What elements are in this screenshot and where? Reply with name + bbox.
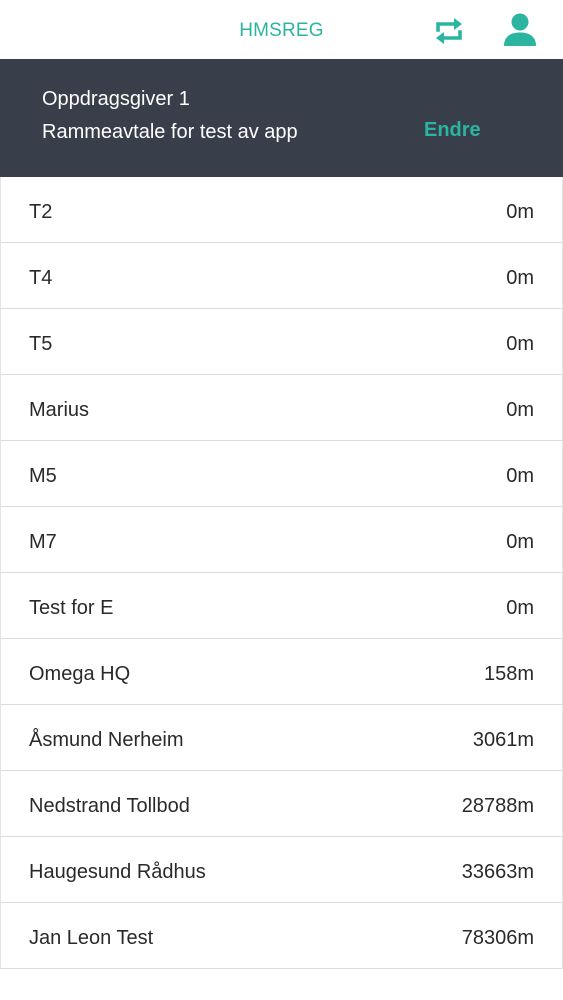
list-item[interactable]: Omega HQ 158m	[0, 639, 563, 705]
list-item[interactable]: M7 0m	[0, 507, 563, 573]
location-name: M7	[29, 531, 57, 553]
location-name: Omega HQ	[29, 663, 131, 685]
location-distance: 0m	[506, 201, 534, 223]
location-name: Åsmund Nerheim	[29, 729, 184, 751]
list-item[interactable]: Haugesund Rådhus 33663m	[0, 837, 563, 903]
location-distance: 78306m	[461, 927, 534, 949]
location-distance: 0m	[506, 333, 534, 355]
list-item[interactable]: Test for E 0m	[0, 573, 563, 639]
change-button[interactable]: Endre	[424, 119, 481, 142]
list-item[interactable]: Jan Leon Test 78306m	[0, 903, 563, 969]
list-item[interactable]: Åsmund Nerheim 3061m	[0, 705, 563, 771]
location-list: T2 0m T4 0m T5 0m Marius 0m M5 0m M7 0m Test for E 0m…	[0, 177, 563, 969]
location-name: M5	[29, 465, 57, 487]
list-item[interactable]: M5 0m	[0, 441, 563, 507]
list-item[interactable]: T4 0m	[0, 243, 563, 309]
list-item[interactable]: Nedstrand Tollbod 28788m	[0, 771, 563, 837]
location-distance: 0m	[506, 465, 534, 487]
location-name: Haugesund Rådhus	[29, 861, 206, 883]
context-bar: Oppdragsgiver 1 Rammeavtale for test av …	[0, 59, 563, 177]
location-name: Marius	[29, 399, 90, 421]
agreement-name: Rammeavtale for test av app	[42, 121, 298, 143]
list-item[interactable]: Marius 0m	[0, 375, 563, 441]
location-distance: 0m	[506, 267, 534, 289]
location-name: Jan Leon Test	[29, 927, 154, 949]
location-distance: 158m	[483, 663, 534, 685]
location-distance: 0m	[506, 399, 534, 421]
location-distance: 3061m	[472, 729, 534, 751]
location-distance: 33663m	[461, 861, 534, 883]
location-distance: 0m	[506, 597, 534, 619]
list-item[interactable]: T5 0m	[0, 309, 563, 375]
location-name: T4	[29, 267, 53, 289]
location-name: Nedstrand Tollbod	[29, 795, 190, 817]
app-title: HMSREG	[239, 20, 324, 41]
top-bar: HMSREG	[0, 0, 563, 59]
client-name: Oppdragsgiver 1	[42, 88, 190, 110]
location-name: T5	[29, 333, 53, 355]
list-item[interactable]: T2 0m	[0, 177, 563, 243]
location-name: Test for E	[29, 597, 114, 619]
user-icon[interactable]	[502, 12, 538, 48]
location-name: T2	[29, 201, 53, 223]
location-distance: 28788m	[461, 795, 534, 817]
sync-arrows-icon[interactable]	[432, 14, 466, 48]
location-distance: 0m	[506, 531, 534, 553]
